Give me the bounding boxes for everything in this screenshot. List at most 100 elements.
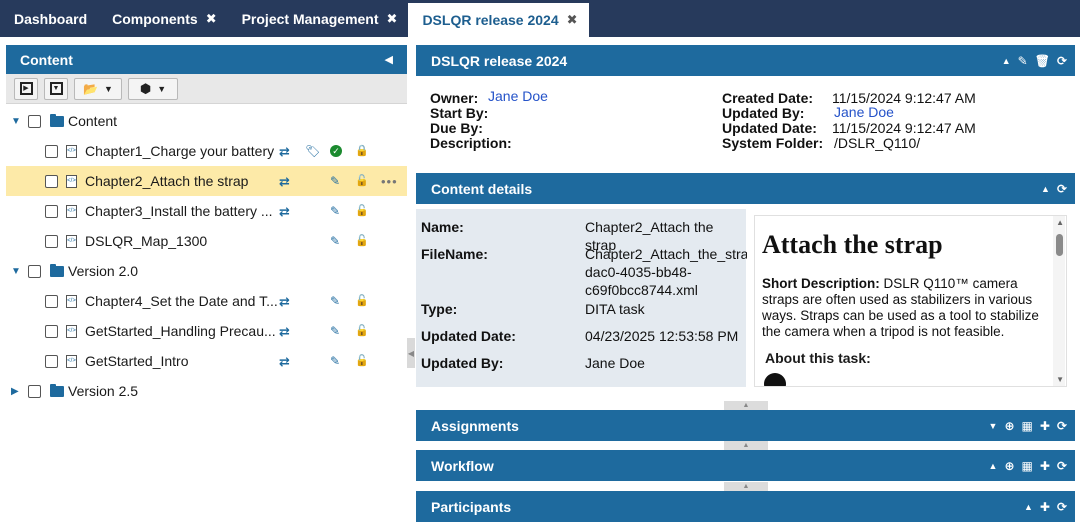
tab-dashboard[interactable]: Dashboard — [0, 0, 98, 37]
tab-components[interactable]: Components ✖ — [98, 0, 227, 37]
collapse-up-icon[interactable]: ▲ — [1002, 56, 1011, 66]
checkbox[interactable] — [28, 264, 41, 278]
tree-folder-content[interactable]: ▼ Content — [6, 106, 407, 136]
expand-down-icon[interactable]: ▼ — [989, 421, 998, 431]
tab-project-management[interactable]: Project Management ✖ — [228, 0, 409, 37]
checkbox[interactable] — [45, 144, 58, 158]
content-details-header: Content details ▲ ⟳ — [416, 173, 1075, 204]
tree-item[interactable]: </> Chapter4_Set the Date and T... ⇄ ✎ 🔓 — [6, 286, 407, 316]
edit-icon[interactable]: ✎ — [1018, 54, 1028, 68]
close-icon[interactable]: ✖ — [387, 11, 398, 27]
checkbox[interactable] — [28, 384, 41, 398]
more-icon[interactable]: ••• — [381, 175, 398, 188]
owner-link[interactable]: Jane Doe — [488, 88, 548, 104]
content-preview[interactable]: Attach the strap Short Description: DSLR… — [754, 215, 1067, 387]
checkbox[interactable] — [45, 234, 58, 248]
edit-icon[interactable]: ✎ — [330, 325, 340, 337]
sync-icon[interactable]: ⇄ — [279, 205, 290, 218]
expand-all-button[interactable]: ▶ — [14, 77, 38, 100]
refresh-icon[interactable]: ⟳ — [1057, 182, 1067, 196]
add-icon[interactable]: ✚ — [1040, 500, 1050, 514]
checkbox[interactable] — [45, 294, 58, 308]
resize-handle[interactable]: ▲ — [724, 401, 768, 410]
tree-item[interactable]: </> Chapter3_Install the battery ... ⇄ ✎… — [6, 196, 407, 226]
grid-icon[interactable]: ▦ — [1022, 459, 1033, 473]
add-icon[interactable]: ✚ — [1040, 419, 1050, 433]
package-menu-button[interactable]: ⬢ ▼ — [128, 77, 178, 100]
checkbox[interactable] — [28, 114, 41, 128]
updated-by-label: Updated By: — [421, 355, 504, 371]
release-info: Owner: Jane Doe Start By: Due By: Descri… — [416, 76, 1075, 172]
unlock-icon[interactable]: 🔓 — [355, 205, 369, 217]
collapse-up-icon[interactable]: ▲ — [1024, 502, 1033, 512]
refresh-icon[interactable]: ⟳ — [1057, 500, 1067, 514]
close-icon[interactable]: ✖ — [206, 11, 217, 27]
collapse-up-icon[interactable]: ▲ — [1041, 184, 1050, 194]
updated-by-link[interactable]: Jane Doe — [834, 104, 894, 120]
tree-label: DSLQR_Map_1300 — [85, 233, 208, 249]
updated-by-label: Updated By: — [722, 105, 805, 121]
checkbox[interactable] — [45, 204, 58, 218]
unlock-icon[interactable]: 🔓 — [355, 175, 369, 187]
system-folder-label: System Folder: — [722, 135, 824, 151]
dita-map-icon: </> — [66, 234, 77, 248]
unlock-icon[interactable]: 🔓 — [355, 295, 369, 307]
caret-down-icon[interactable]: ▼ — [11, 116, 21, 127]
folder-menu-button[interactable]: 📂 ▼ — [74, 77, 122, 100]
edit-icon[interactable]: ✎ — [330, 205, 340, 217]
unlock-icon[interactable]: 🔓 — [355, 355, 369, 367]
tree-item[interactable]: </> Chapter1_Charge your battery ⇄ 🏷 ✓ 🔒 — [6, 136, 407, 166]
unlock-icon[interactable]: 🔓 — [355, 325, 369, 337]
participants-header[interactable]: Participants ▲ ✚ ⟳ — [416, 491, 1075, 522]
close-icon[interactable]: ✖ — [567, 12, 578, 28]
collapse-all-button[interactable]: ▼ — [44, 77, 68, 100]
tab-dslqr-release-2024[interactable]: DSLQR release 2024 ✖ — [408, 3, 589, 37]
lock-icon[interactable]: 🔒 — [355, 145, 369, 157]
tree-item-selected[interactable]: </> Chapter2_Attach the strap ⇄ ✎ 🔓 ••• — [6, 166, 407, 196]
tree-folder-version-2-0[interactable]: ▼ Version 2.0 — [6, 256, 407, 286]
tree-label: Chapter3_Install the battery ... — [85, 203, 273, 219]
tree-item[interactable]: </> DSLQR_Map_1300 ✎ 🔓 — [6, 226, 407, 256]
assignments-header[interactable]: Assignments ▼ ⊕ ▦ ✚ ⟳ — [416, 410, 1075, 441]
refresh-icon[interactable]: ⟳ — [1057, 459, 1067, 473]
caret-down-icon[interactable]: ▼ — [11, 266, 21, 277]
release-header: DSLQR release 2024 ▲ ✎ 🗑 ⟳ — [416, 45, 1075, 76]
edit-icon[interactable]: ✎ — [330, 355, 340, 367]
tree-item[interactable]: </> GetStarted_Intro ⇄ ✎ 🔓 — [6, 346, 407, 376]
checkbox[interactable] — [45, 324, 58, 338]
add-icon[interactable]: ✚ — [1040, 459, 1050, 473]
tree-item[interactable]: </> GetStarted_Handling Precau... ⇄ ✎ 🔓 — [6, 316, 407, 346]
sync-icon[interactable]: ⇄ — [279, 325, 290, 338]
edit-icon[interactable]: ✎ — [330, 295, 340, 307]
type-value: DITA task — [585, 301, 645, 317]
approved-icon: ✓ — [330, 145, 342, 157]
grid-icon[interactable]: ▦ — [1022, 419, 1033, 433]
workflow-header[interactable]: Workflow ▲ ⊕ ▦ ✚ ⟳ — [416, 450, 1075, 481]
refresh-icon[interactable]: ⟳ — [1057, 419, 1067, 433]
refresh-icon[interactable]: ⟳ — [1057, 54, 1067, 68]
scroll-down-icon[interactable]: ▼ — [1056, 375, 1064, 384]
collapse-left-icon[interactable]: ◀ — [385, 53, 393, 66]
zoom-icon[interactable]: ⊕ — [1004, 419, 1014, 433]
sync-icon[interactable]: ⇄ — [279, 145, 290, 158]
checkbox[interactable] — [45, 354, 58, 368]
sync-icon[interactable]: ⇄ — [279, 175, 290, 188]
sync-icon[interactable]: ⇄ — [279, 355, 290, 368]
edit-icon[interactable]: ✎ — [330, 175, 340, 187]
scroll-up-icon[interactable]: ▲ — [1056, 218, 1064, 227]
collapse-up-icon[interactable]: ▲ — [989, 461, 998, 471]
tag-icon[interactable]: 🏷 — [305, 145, 320, 157]
unlock-icon[interactable]: 🔓 — [355, 235, 369, 247]
edit-icon[interactable]: ✎ — [330, 235, 340, 247]
checkbox[interactable] — [45, 174, 58, 188]
sync-icon[interactable]: ⇄ — [279, 295, 290, 308]
resize-handle[interactable]: ▲ — [724, 482, 768, 491]
caret-right-icon[interactable]: ▶ — [11, 386, 19, 397]
zoom-icon[interactable]: ⊕ — [1004, 459, 1014, 473]
filename-value-line-2: dac0-4035-bb48- — [585, 264, 692, 280]
trash-icon[interactable]: 🗑 — [1035, 54, 1050, 68]
resize-handle[interactable]: ▲ — [724, 441, 768, 450]
scrollbar-thumb[interactable] — [1056, 234, 1063, 256]
panel-splitter[interactable]: ◀ — [407, 338, 415, 368]
tree-folder-version-2-5[interactable]: ▶ Version 2.5 — [6, 376, 407, 406]
